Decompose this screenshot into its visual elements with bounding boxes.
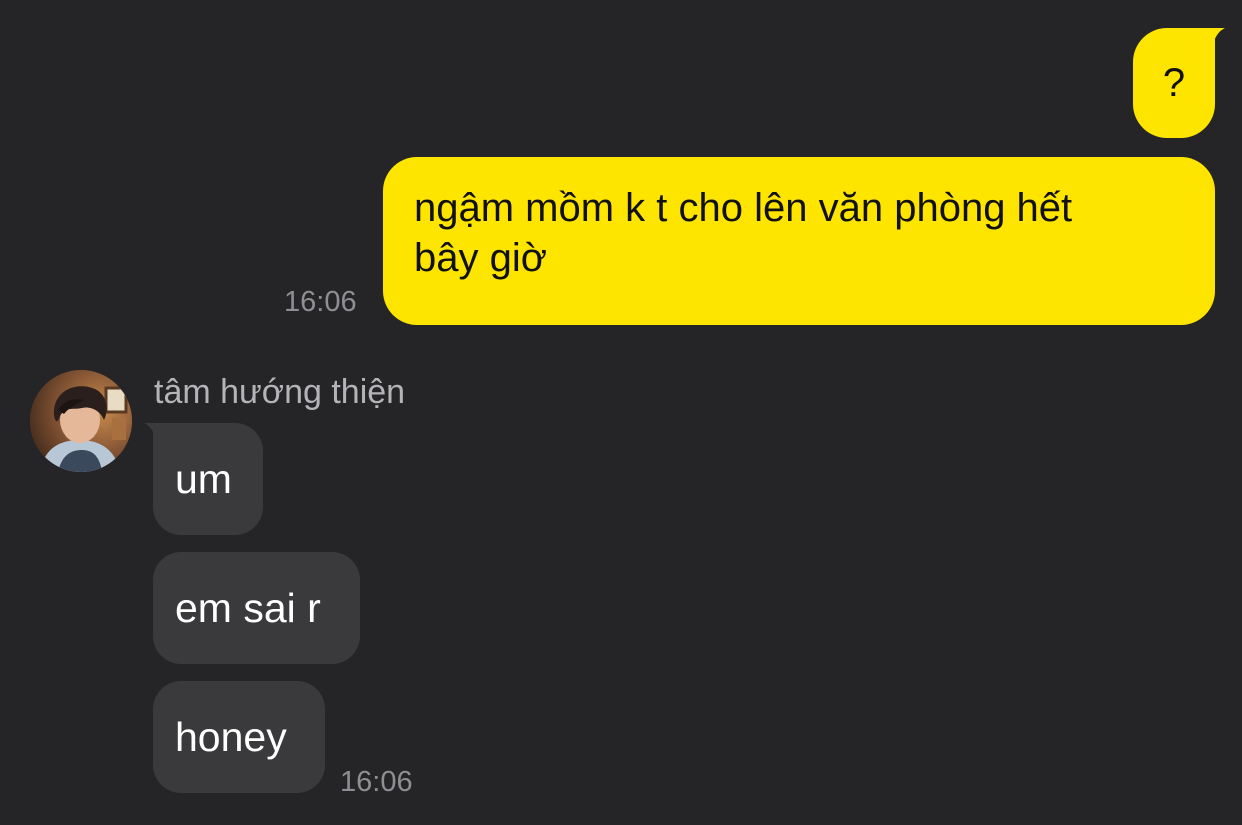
message-timestamp: 16:06 [340, 766, 413, 798]
incoming-message-bubble[interactable]: um [144, 423, 263, 535]
incoming-message-bubble[interactable]: honey [153, 681, 325, 793]
message-timestamp: 16:06 [284, 286, 357, 318]
message-text: ngậm mồm k t cho lên văn phòng hết bây g… [414, 186, 1073, 280]
sender-name[interactable]: tâm hướng thiện [154, 372, 405, 412]
message-text: um [175, 456, 232, 502]
avatar[interactable] [30, 370, 132, 472]
bubble-tail-icon [1199, 28, 1225, 54]
message-text: ? [1162, 61, 1186, 105]
incoming-message-bubble[interactable]: em sai r [153, 552, 360, 664]
message-text: honey [175, 714, 287, 760]
message-text: em sai r [175, 585, 321, 631]
chat-thread: ? ngậm mồm k t cho lên văn phòng hết bây… [0, 0, 1242, 825]
bubble-tail-icon [144, 423, 170, 449]
outgoing-message-bubble[interactable]: ngậm mồm k t cho lên văn phòng hết bây g… [383, 157, 1215, 325]
profile-photo-icon [30, 370, 132, 472]
outgoing-message-bubble[interactable]: ? [1133, 28, 1225, 138]
